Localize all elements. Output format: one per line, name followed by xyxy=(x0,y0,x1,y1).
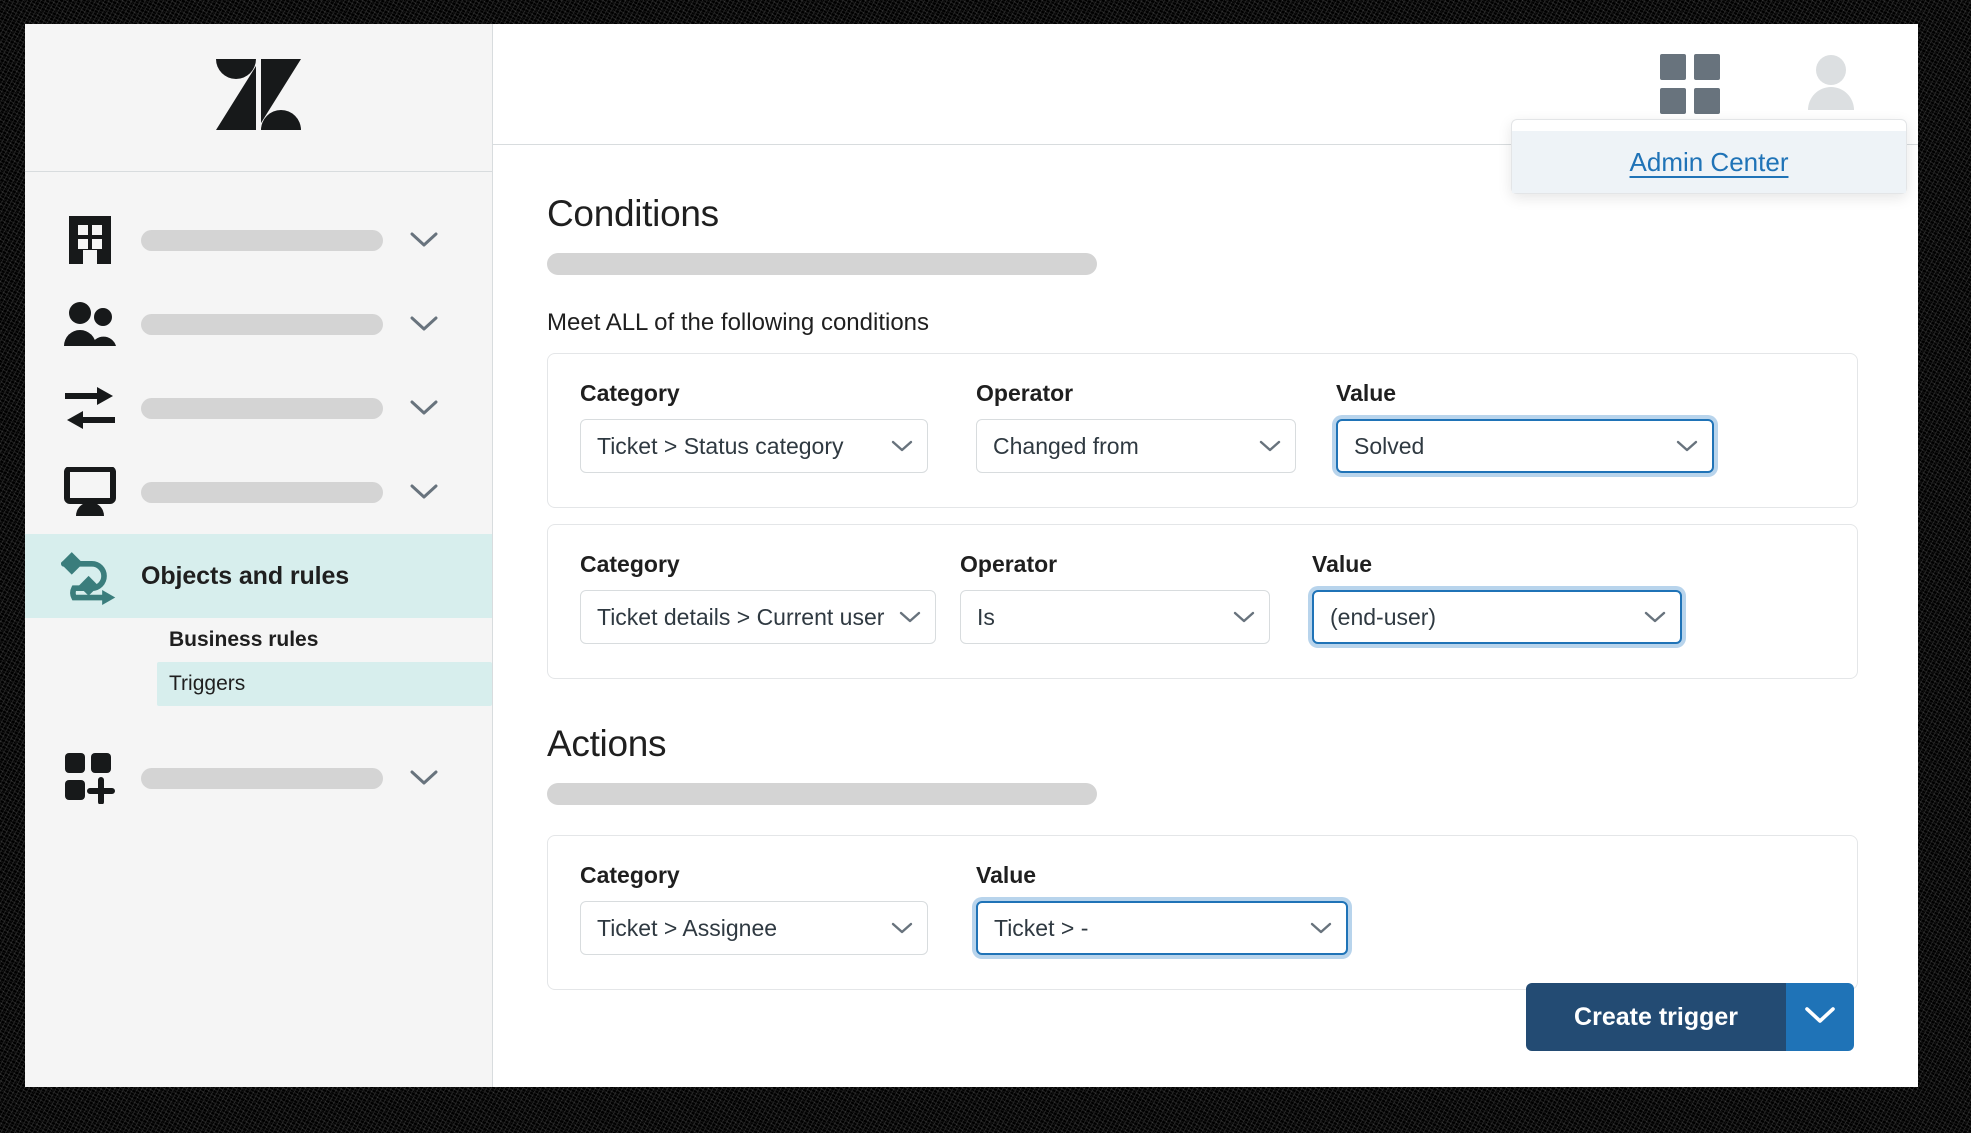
chevron-down-icon xyxy=(1310,922,1332,935)
create-trigger-button[interactable]: Create trigger xyxy=(1526,983,1786,1051)
condition-operator-field: Operator Changed from xyxy=(976,380,1306,473)
condition-row: Category Ticket > Status category Operat… xyxy=(547,353,1858,508)
workflow-icon xyxy=(61,545,119,607)
sidebar: Objects and rules Business rules Trigger… xyxy=(25,24,493,1087)
select-value: Is xyxy=(977,603,995,630)
sidebar-label-placeholder xyxy=(141,397,383,419)
chevron-down-icon xyxy=(1644,611,1666,624)
building-icon xyxy=(61,214,119,266)
select-value: Changed from xyxy=(993,432,1139,459)
sidebar-label-placeholder xyxy=(141,229,383,251)
sidebar-item-account[interactable] xyxy=(25,198,492,282)
condition-operator-field: Operator Is xyxy=(960,551,1290,644)
field-label-category: Category xyxy=(580,551,680,577)
action-category-select[interactable]: Ticket > Assignee xyxy=(580,901,928,955)
actions-heading: Actions xyxy=(547,723,667,764)
grid-square xyxy=(1694,88,1720,114)
admin-center-link[interactable]: Admin Center xyxy=(1630,147,1789,178)
select-value: Ticket > Assignee xyxy=(597,914,778,941)
select-value: Ticket > - xyxy=(994,914,1089,941)
field-label-value: Value xyxy=(1312,551,1373,577)
chevron-down-icon xyxy=(899,611,921,624)
conditions-subtitle-placeholder xyxy=(547,253,1097,275)
grid-square xyxy=(1660,88,1686,114)
zendesk-logo xyxy=(215,58,303,137)
field-label-category: Category xyxy=(580,380,680,406)
menu-item-admin-center[interactable]: Admin Center xyxy=(1512,131,1906,193)
field-label-value: Value xyxy=(1336,380,1397,406)
chevron-down-icon xyxy=(1676,440,1698,453)
action-row: Category Ticket > Assignee Value Ticket … xyxy=(547,835,1858,990)
sidebar-item-apps-and-integrations[interactable] xyxy=(25,736,492,820)
chevron-down-icon xyxy=(891,440,913,453)
main-area: Admin Center Conditions Meet ALL of the … xyxy=(493,24,1918,1087)
chevron-down-icon xyxy=(1804,1006,1836,1028)
trigger-editor-content: Conditions Meet ALL of the following con… xyxy=(493,145,1918,1087)
field-label-value: Value xyxy=(976,862,1037,888)
sidebar-label-placeholder xyxy=(141,313,383,335)
sidebar-nav: Objects and rules Business rules Trigger… xyxy=(25,172,492,820)
select-value: Solved xyxy=(1354,432,1425,459)
chevron-down-icon xyxy=(1259,440,1281,453)
admin-center-dropdown: Admin Center xyxy=(1511,119,1907,194)
condition-value-select[interactable]: (end-user) xyxy=(1312,590,1682,644)
condition-row: Category Ticket details > Current user O… xyxy=(547,524,1858,679)
condition-value-field: Value (end-user) xyxy=(1312,551,1682,644)
field-label-operator: Operator xyxy=(976,380,1074,406)
app-window: Objects and rules Business rules Trigger… xyxy=(25,24,1918,1087)
sidebar-item-workspaces[interactable] xyxy=(25,450,492,534)
chevron-down-icon[interactable] xyxy=(405,770,443,786)
condition-operator-select[interactable]: Is xyxy=(960,590,1270,644)
sidebar-item-objects-and-rules[interactable]: Objects and rules xyxy=(25,534,492,618)
condition-category-select[interactable]: Ticket > Status category xyxy=(580,419,928,473)
sidebar-subitem-label: Triggers xyxy=(169,672,246,695)
user-avatar-icon[interactable] xyxy=(1804,54,1858,115)
brand-header xyxy=(25,24,492,172)
action-category-field: Category Ticket > Assignee xyxy=(580,862,938,955)
condition-category-field: Category Ticket > Status category xyxy=(580,380,938,473)
action-value-select[interactable]: Ticket > - xyxy=(976,901,1348,955)
chevron-down-icon[interactable] xyxy=(405,484,443,500)
chevron-down-icon xyxy=(1233,611,1255,624)
apps-add-icon xyxy=(61,752,119,804)
create-trigger-dropdown-button[interactable] xyxy=(1786,983,1854,1051)
field-label-category: Category xyxy=(580,862,680,888)
meet-all-conditions-text: Meet ALL of the following conditions xyxy=(547,309,930,336)
footer-actions: Create trigger xyxy=(493,983,1918,1087)
chevron-down-icon xyxy=(891,922,913,935)
condition-value-field: Value Solved xyxy=(1336,380,1714,473)
select-value: Ticket > Status category xyxy=(597,432,844,459)
chevron-down-icon[interactable] xyxy=(405,400,443,416)
grid-square xyxy=(1660,54,1686,80)
sidebar-item-channels[interactable] xyxy=(25,366,492,450)
sidebar-item-label: Objects and rules xyxy=(141,561,350,590)
select-value: Ticket details > Current user xyxy=(597,603,885,630)
action-value-field: Value Ticket > - xyxy=(976,862,1348,955)
chevron-down-icon[interactable] xyxy=(405,232,443,248)
transfer-icon xyxy=(61,384,119,432)
sidebar-item-people[interactable] xyxy=(25,282,492,366)
apps-grid-icon[interactable] xyxy=(1660,54,1720,114)
people-icon xyxy=(61,301,119,347)
grid-square xyxy=(1694,54,1720,80)
sidebar-label-placeholder xyxy=(141,481,383,503)
condition-operator-select[interactable]: Changed from xyxy=(976,419,1296,473)
sidebar-label-placeholder xyxy=(141,767,383,789)
create-trigger-split-button: Create trigger xyxy=(1526,983,1854,1051)
sidebar-subitem-business-rules[interactable]: Business rules xyxy=(25,618,492,662)
sidebar-subitem-triggers[interactable]: Triggers xyxy=(157,662,492,706)
chevron-down-icon[interactable] xyxy=(405,316,443,332)
sidebar-subitem-label: Business rules xyxy=(169,628,319,651)
actions-subtitle-placeholder xyxy=(547,783,1097,805)
monitor-icon xyxy=(61,467,119,517)
field-label-operator: Operator xyxy=(960,551,1058,577)
conditions-heading: Conditions xyxy=(547,193,719,234)
condition-value-select[interactable]: Solved xyxy=(1336,419,1714,473)
select-value: (end-user) xyxy=(1330,603,1437,630)
condition-category-field: Category Ticket details > Current user xyxy=(580,551,938,644)
condition-category-select[interactable]: Ticket details > Current user xyxy=(580,590,936,644)
